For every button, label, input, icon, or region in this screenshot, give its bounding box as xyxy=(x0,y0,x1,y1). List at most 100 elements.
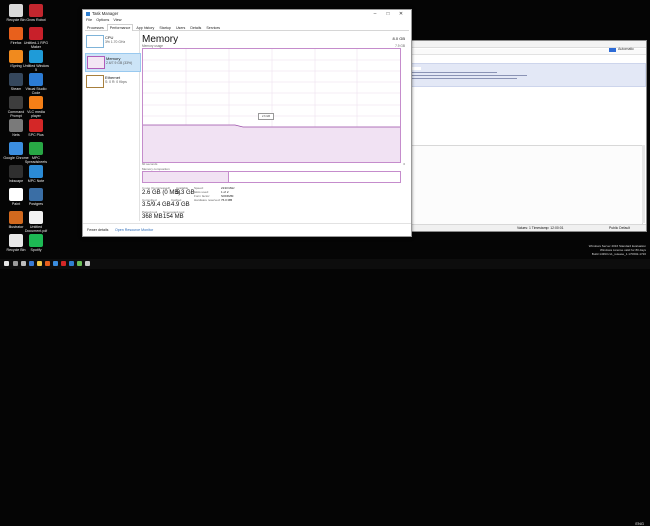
desktop-icon[interactable]: Visual Studio Code xyxy=(23,73,49,95)
file-explorer-icon[interactable] xyxy=(37,261,42,266)
background-window-text-line xyxy=(407,75,527,76)
app-icon xyxy=(29,142,43,155)
memory-detail-panel: Memory 8.0 GB Memory usage 7.9 GB 2.6 GB… xyxy=(141,31,409,221)
taskbar: ENG xyxy=(0,259,650,526)
app-icon xyxy=(29,4,43,17)
desktop-icon[interactable]: Spotify xyxy=(23,234,49,252)
app-icon xyxy=(9,188,23,201)
resource-list: CPU 3% 1.70 GHz Memory 2.6/7.9 GB (33%) … xyxy=(83,31,141,221)
firefox-icon[interactable] xyxy=(45,261,50,266)
desktop-icon-label: Untitled Window 5 xyxy=(23,64,49,72)
desktop-icon-label: VLC media player xyxy=(27,110,45,118)
composition-in-use-fill xyxy=(143,172,229,182)
task-manager-icon xyxy=(86,12,90,16)
desktop-icon-label: Spotify xyxy=(30,248,42,252)
background-window-dropdown-label: Automatic xyxy=(618,47,634,51)
tab-strip: Processes Performance App history Startu… xyxy=(85,24,409,31)
cpu-thumbnail xyxy=(86,35,104,48)
desktop-icon[interactable]: Grow Robot xyxy=(23,4,49,22)
app-icon xyxy=(9,142,23,155)
search-icon[interactable] xyxy=(13,261,18,266)
task-manager-window[interactable]: Task Manager – □ ✕ File Options View Pro… xyxy=(82,9,412,237)
desktop-icon[interactable]: SPC Plus xyxy=(23,119,49,137)
app-icon xyxy=(9,27,23,40)
desktop-icon[interactable]: MPC Spreadsheets xyxy=(23,142,49,164)
menu-file[interactable]: File xyxy=(86,18,92,22)
menu-view[interactable]: View xyxy=(113,18,121,22)
app-icon xyxy=(29,27,43,40)
background-window-scrollbar[interactable] xyxy=(642,145,645,223)
desktop-icon[interactable]: Postgres xyxy=(23,188,49,206)
app-icon xyxy=(9,211,23,224)
resource-value: 2.6/7.9 GB (33%) xyxy=(106,61,133,65)
available-value: 5.3 GB xyxy=(176,190,195,196)
app-icon xyxy=(29,96,43,109)
app-icon xyxy=(29,50,43,63)
resource-cpu[interactable]: CPU 3% 1.70 GHz xyxy=(85,33,139,50)
fewer-details-link[interactable]: Fewer details xyxy=(87,228,108,232)
memory-usage-area xyxy=(143,125,400,162)
memory-composition-bar xyxy=(142,171,401,183)
watermark-line: Build 14393.rs1_release_1.170602-1720 xyxy=(591,252,646,256)
open-resource-monitor-link[interactable]: Open Resource Monitor xyxy=(115,228,153,232)
memory-graph-svg xyxy=(143,49,400,162)
background-window-text-line xyxy=(407,78,517,79)
close-button[interactable]: ✕ xyxy=(395,10,407,18)
committed-value: 3.5/9.4 GB xyxy=(142,202,171,208)
app-icon[interactable] xyxy=(77,261,82,266)
desktop-icon[interactable]: Untitled Window 5 xyxy=(23,50,49,72)
paged-pool-value: 368 MB xyxy=(142,214,163,220)
tab-performance[interactable]: Performance xyxy=(106,24,134,31)
system-tray[interactable]: ENG xyxy=(635,521,644,526)
app-icon xyxy=(29,188,43,201)
memory-usage-graph: 2.6 GB xyxy=(142,48,401,163)
resource-ethernet[interactable]: Ethernet S: 0 R: 0 Kbps xyxy=(85,73,139,90)
resource-value: 3% 1.70 GHz xyxy=(105,40,126,44)
resource-value: S: 0 R: 0 Kbps xyxy=(105,80,127,84)
chrome-icon[interactable] xyxy=(53,261,58,266)
status-left-text: Values: 1 Timestamp: 12:00:01 xyxy=(517,226,564,230)
desktop-icon-label: Untitled-1 RPG Maker xyxy=(23,41,49,49)
background-window-text-line xyxy=(407,72,497,73)
minimize-button[interactable]: – xyxy=(369,10,381,18)
app-icon xyxy=(29,73,43,86)
app-icon[interactable] xyxy=(61,261,66,266)
desktop-icon[interactable]: Untitled-1 RPG Maker xyxy=(23,27,49,49)
graph-tooltip: 2.6 GB xyxy=(258,113,274,120)
task-view-icon[interactable] xyxy=(21,261,26,266)
desktop-icon-label: Grow Robot xyxy=(26,18,46,22)
background-window[interactable]: Automatic Values: 1 Timestamp: 12:00:01 … xyxy=(396,40,647,232)
app-icon xyxy=(9,96,23,109)
app-icon xyxy=(9,4,23,17)
desktop-icon[interactable]: VLC media player xyxy=(23,96,49,118)
menu-bar: File Options View xyxy=(86,18,125,22)
app-icon xyxy=(29,211,43,224)
app-icon xyxy=(9,119,23,132)
start-button[interactable] xyxy=(4,261,9,266)
memory-thumbnail xyxy=(87,56,105,69)
menu-options[interactable]: Options xyxy=(96,18,109,22)
desktop-icon-label: MPC Spreadsheets xyxy=(24,156,48,164)
desktop-icon-label: Postgres xyxy=(28,202,44,206)
background-window-dropdown[interactable] xyxy=(609,48,616,52)
task-manager-titlebar[interactable]: Task Manager – □ ✕ xyxy=(83,10,411,18)
maximize-button[interactable]: □ xyxy=(382,10,394,18)
desktop-icon[interactable]: Untitled Document.pdf xyxy=(23,211,49,233)
app-icon xyxy=(9,73,23,86)
background-window-titlebar[interactable] xyxy=(397,41,646,48)
resource-memory[interactable]: Memory 2.6/7.9 GB (33%) xyxy=(85,53,141,72)
windows-watermark: Windows Server 2016 Standard Evaluation … xyxy=(570,244,646,256)
window-title: Task Manager xyxy=(92,11,119,16)
background-window-statusbar: Values: 1 Timestamp: 12:00:01 Public Def… xyxy=(397,224,646,231)
status-right-text: Public Default xyxy=(609,226,630,230)
cached-value: 4.9 GB xyxy=(171,202,190,208)
edge-icon[interactable] xyxy=(29,261,34,266)
in-use-value: 2.6 GB (0 MB) xyxy=(142,190,181,196)
desktop-icon[interactable]: MPC Note xyxy=(23,165,49,183)
app-icon xyxy=(29,234,43,247)
ethernet-thumbnail xyxy=(86,75,104,88)
background-window-pane[interactable] xyxy=(405,145,643,225)
task-manager-taskbar-icon[interactable] xyxy=(69,261,74,266)
detail-key: Hardware reserved: xyxy=(194,198,221,202)
app-icon[interactable] xyxy=(85,261,90,266)
